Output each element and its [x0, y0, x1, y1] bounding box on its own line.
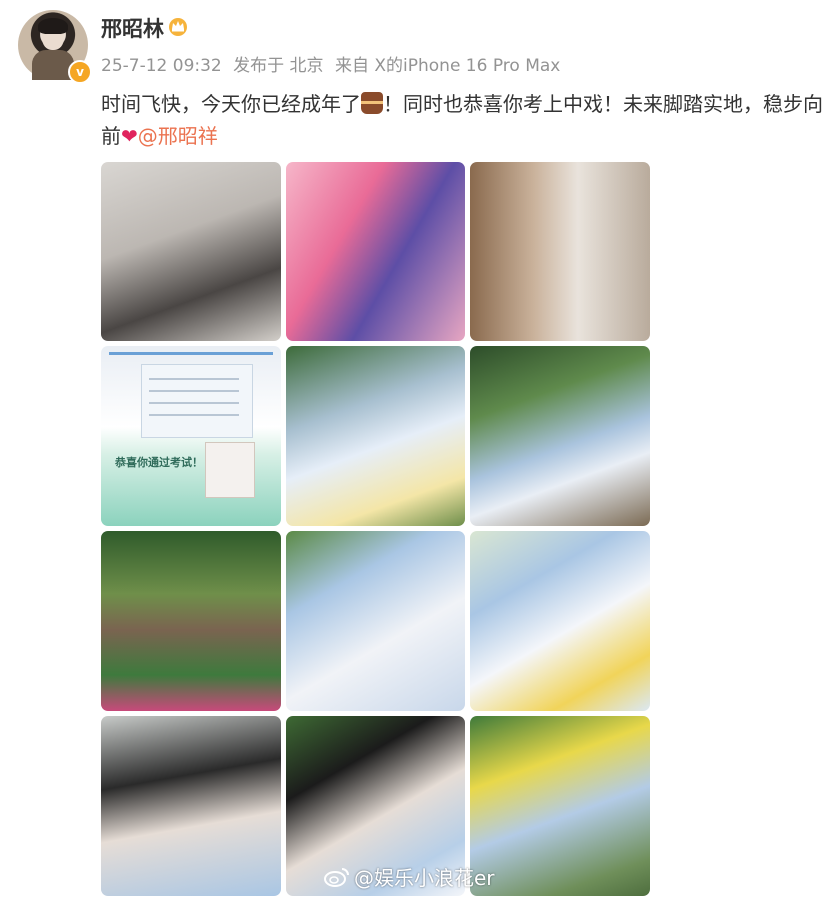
red-heart-icon: ❤ — [121, 124, 138, 148]
post-location: 发布于 北京 — [233, 56, 324, 76]
doc-info-panel — [141, 364, 253, 438]
crown-icon — [169, 18, 187, 36]
post-timestamp[interactable]: 25-7-12 09:32 — [101, 56, 222, 76]
birthday-cake-icon — [361, 92, 383, 114]
photo-grid: 恭喜你通过考试！ — [101, 162, 650, 896]
username[interactable]: 邢昭林 — [101, 13, 164, 43]
doc-portrait — [205, 442, 255, 498]
post-source: 来自 X的iPhone 16 Pro Max — [334, 56, 561, 76]
doc-header-bar — [109, 352, 273, 355]
watermark-text: @娱乐小浪花er — [354, 866, 495, 890]
photo-3[interactable] — [470, 162, 650, 341]
post-text: 时间飞快，今天你已经成年了 ！同时也恭喜你考上中戏！未来脚踏实地，稳步向前❤@邢昭… — [101, 88, 831, 152]
photo-5[interactable] — [286, 346, 465, 526]
verified-badge-icon: v — [68, 60, 92, 84]
post-text-part1: 时间飞快，今天你已经成年了 — [101, 92, 361, 116]
mention-link[interactable]: @邢昭祥 — [138, 124, 218, 148]
weibo-logo-icon — [324, 867, 349, 887]
photo-4[interactable]: 恭喜你通过考试！ — [101, 346, 281, 526]
photo-2[interactable] — [286, 162, 465, 341]
photo-8[interactable] — [286, 531, 465, 711]
doc-line — [149, 378, 239, 380]
photo-9[interactable] — [470, 531, 650, 711]
watermark: @娱乐小浪花er — [324, 862, 495, 891]
doc-line — [149, 414, 239, 416]
avatar-hair — [38, 18, 68, 34]
photo-6[interactable] — [470, 346, 650, 526]
doc-banner: 恭喜你通过考试！ — [115, 456, 203, 469]
doc-line — [149, 402, 239, 404]
doc-line — [149, 390, 239, 392]
photo-10[interactable] — [101, 716, 281, 896]
photo-7[interactable] — [101, 531, 281, 711]
photo-1[interactable] — [101, 162, 281, 341]
photo-12[interactable] — [470, 716, 650, 896]
post-meta: 25-7-12 09:32 发布于 北京 来自 X的iPhone 16 Pro … — [101, 51, 566, 76]
